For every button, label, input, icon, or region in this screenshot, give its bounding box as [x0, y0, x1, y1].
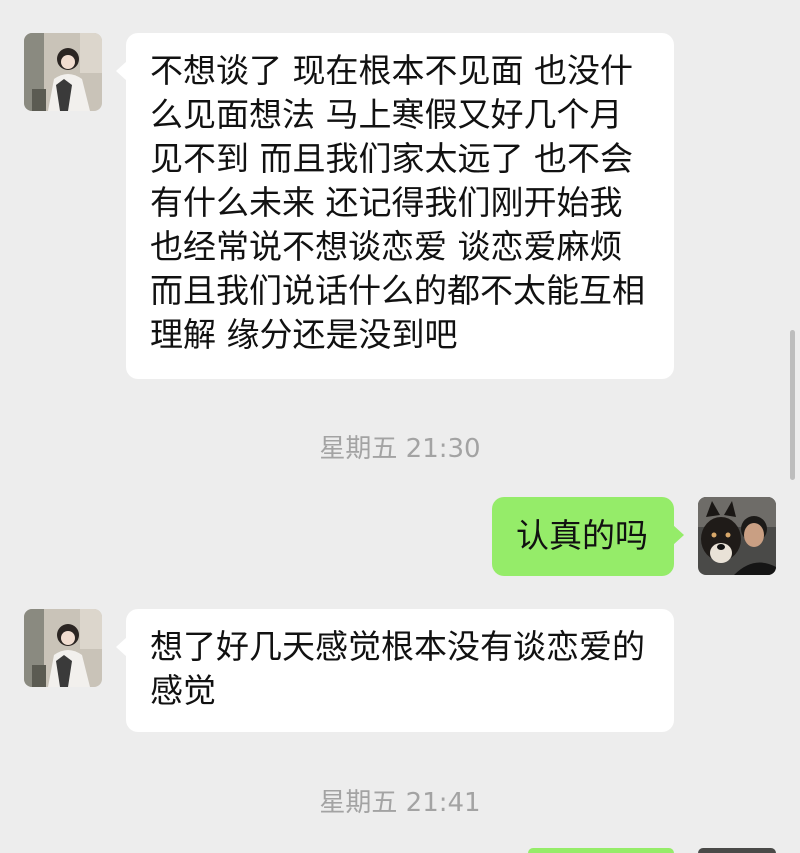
scrollbar[interactable] — [790, 330, 795, 480]
avatar-photo-icon — [24, 33, 102, 111]
message-line: 感觉 — [150, 671, 216, 710]
bubble-tail — [673, 525, 684, 545]
avatar-photo-icon — [698, 497, 776, 575]
incoming-message-2[interactable]: 想了好几天感觉根本没有谈恋爱的 感觉 — [116, 609, 674, 732]
message-text: 认真的吗 — [516, 516, 648, 555]
message-line: 有什么未来 还记得我们刚开始我 — [150, 183, 623, 222]
timestamp: 星期五 21:30 — [319, 434, 481, 464]
message-line: 不想谈了 现在根本不见面 也没什 — [150, 51, 633, 90]
bubble-tail — [116, 61, 127, 81]
message-line: 也经常说不想谈恋爱 谈恋爱麻烦 — [150, 227, 623, 266]
avatar-photo-icon — [24, 609, 102, 687]
bubble-tail — [116, 637, 127, 657]
message-line: 么见面想法 马上寒假又好几个月 — [150, 95, 623, 134]
self-avatar[interactable] — [698, 497, 776, 575]
message-line: 而且我们说话什么的都不太能互相 — [150, 271, 645, 310]
message-line: 见不到 而且我们家太远了 也不会 — [150, 139, 633, 178]
message-line: 理解 缘分还是没到吧 — [150, 315, 458, 354]
timestamp: 星期五 21:41 — [319, 788, 481, 818]
next-avatar-edge — [698, 848, 776, 853]
next-outgoing-bubble-edge — [528, 848, 674, 853]
contact-avatar[interactable] — [24, 33, 102, 111]
incoming-message-1[interactable]: 不想谈了 现在根本不见面 也没什 么见面想法 马上寒假又好几个月 见不到 而且我… — [116, 33, 674, 379]
message-line: 想了好几天感觉根本没有谈恋爱的 — [150, 627, 645, 666]
contact-avatar[interactable] — [24, 609, 102, 687]
outgoing-message[interactable]: 认真的吗 — [492, 497, 684, 576]
